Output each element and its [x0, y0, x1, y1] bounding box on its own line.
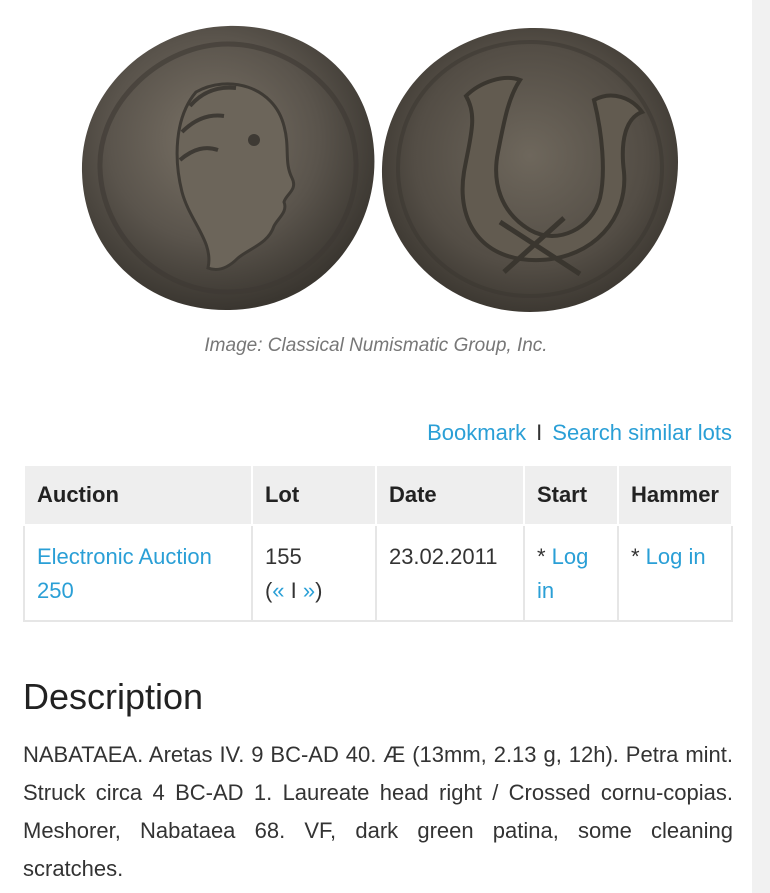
header-hammer: Hammer: [616, 464, 734, 526]
cell-date: 23.02.2011: [374, 524, 525, 622]
header-start: Start: [522, 464, 619, 526]
right-gutter: [752, 0, 770, 893]
hammer-login-link[interactable]: Log in: [646, 544, 706, 569]
description-text: NABATAEA. Aretas IV. 9 BC-AD 40. Æ (13mm…: [23, 742, 733, 881]
header-auction: Auction: [23, 464, 253, 526]
description-heading: Description: [23, 676, 204, 717]
auction-link[interactable]: Electronic Auction 250: [37, 544, 212, 603]
table-row: Electronic Auction 250 155 (« I ») 23.02…: [23, 524, 734, 622]
lot-nav-close: ): [315, 578, 323, 603]
header-lot: Lot: [250, 464, 377, 526]
cell-start: * Log in: [522, 524, 619, 622]
image-caption: Image: Classical Numismatic Group, Inc.: [204, 335, 548, 356]
cell-lot: 155 (« I »): [250, 524, 377, 622]
lot-actions: Bookmark I Search similar lots: [427, 420, 732, 446]
lot-number: 155: [264, 544, 302, 569]
next-lot-link[interactable]: »: [303, 578, 315, 603]
table-header-row: Auction Lot Date Start Hammer: [23, 464, 734, 526]
search-similar-lots-link[interactable]: Search similar lots: [552, 420, 732, 445]
bookmark-link[interactable]: Bookmark: [427, 420, 526, 445]
start-prefix: *: [536, 544, 552, 569]
header-date: Date: [374, 464, 525, 526]
cell-auction: Electronic Auction 250: [23, 524, 253, 622]
actions-separator: I: [536, 420, 543, 445]
page: Image: Classical Numismatic Group, Inc. …: [0, 0, 752, 893]
lot-nav-separator: I: [284, 578, 303, 603]
coin-reverse: [381, 27, 678, 313]
auction-table: Auction Lot Date Start Hammer Electronic…: [23, 464, 734, 622]
cell-hammer: * Log in: [616, 524, 734, 622]
hammer-prefix: *: [630, 544, 646, 569]
previous-lot-link[interactable]: «: [272, 578, 284, 603]
coin-obverse: [81, 25, 375, 311]
coin-image: [81, 25, 678, 313]
